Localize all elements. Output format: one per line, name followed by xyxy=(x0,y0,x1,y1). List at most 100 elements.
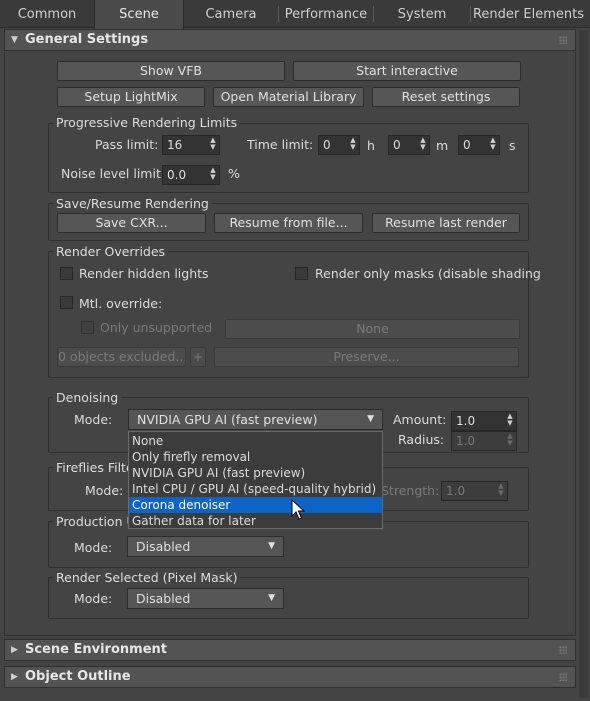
strength-label: Strength: xyxy=(381,483,440,498)
spinner-arrows-icon[interactable]: ▲ ▼ xyxy=(506,433,514,447)
scene-environment-rollout-header[interactable]: ▶ Scene Environment xyxy=(4,639,576,661)
time-limit-label: Time limit: xyxy=(247,137,314,152)
tab-bar: Common Scene Camera Performance System R… xyxy=(0,0,590,29)
spinner-arrows-icon[interactable]: ▲ ▼ xyxy=(506,413,514,427)
caret-down-icon: ▼ xyxy=(268,593,275,603)
production-mode-label: Mode: xyxy=(74,540,113,555)
hours-unit-label: h xyxy=(367,138,375,153)
resume-last-render-button[interactable]: Resume last render xyxy=(372,213,520,233)
dropdown-value: Disabled xyxy=(136,539,191,554)
denoising-mode-list: None Only firefly removal NVIDIA GPU AI … xyxy=(128,431,383,529)
amount-label: Amount: xyxy=(393,412,447,427)
start-interactive-button[interactable]: Start interactive xyxy=(293,61,521,81)
mtl-override-checkbox[interactable] xyxy=(60,296,73,309)
seconds-unit-label: s xyxy=(509,138,516,153)
chevron-right-icon: ▶ xyxy=(11,645,18,655)
add-excluded-button[interactable]: + xyxy=(190,347,206,367)
show-vfb-button[interactable]: Show VFB xyxy=(57,61,285,81)
spinner-value: 16 xyxy=(167,138,183,152)
minutes-unit-label: m xyxy=(436,138,449,153)
objects-excluded-button[interactable]: 0 objects excluded... xyxy=(57,347,186,367)
render-only-masks-label: Render only masks (disable shading xyxy=(315,266,541,281)
preserve-button[interactable]: Preserve... xyxy=(214,347,519,367)
only-unsupported-checkbox[interactable] xyxy=(81,321,94,334)
tab-render-elements[interactable]: Render Elements xyxy=(471,0,586,28)
spinner-value: 0 xyxy=(463,138,471,152)
denoising-option-none[interactable]: None xyxy=(129,433,382,449)
progressive-limits-group xyxy=(48,123,529,193)
spinner-arrows-icon[interactable]: ▲ ▼ xyxy=(349,137,357,151)
render-only-masks-checkbox[interactable] xyxy=(295,267,308,280)
caret-down-icon: ▼ xyxy=(268,541,275,551)
strength-spinner[interactable]: 1.0 ▲ ▼ xyxy=(441,481,508,501)
override-material-button[interactable]: None xyxy=(225,319,520,339)
group-title: Fireflies Filte xyxy=(53,460,137,475)
tab-performance[interactable]: Performance xyxy=(279,0,373,28)
group-title: Production U xyxy=(53,514,139,529)
radius-label: Radius: xyxy=(398,432,445,447)
spinner-value: 1.0 xyxy=(456,434,476,448)
spinner-arrows-icon[interactable]: ▲ ▼ xyxy=(209,167,217,181)
fireflies-mode-label: Mode: xyxy=(85,483,124,498)
denoising-option-corona[interactable]: Corona denoiser xyxy=(129,497,382,513)
group-title: Save/Resume Rendering xyxy=(53,196,212,211)
spinner-arrows-icon[interactable]: ▲ ▼ xyxy=(419,137,427,151)
group-title: Render Overrides xyxy=(53,244,169,259)
amount-spinner[interactable]: 1.0 ▲ ▼ xyxy=(451,411,517,431)
denoising-mode-label: Mode: xyxy=(74,412,113,427)
setup-lightmix-button[interactable]: Setup LightMix xyxy=(57,87,205,107)
spinner-value: 0 xyxy=(393,138,401,152)
group-title: Denoising xyxy=(53,390,122,405)
spinner-value: 1.0 xyxy=(456,414,476,428)
spinner-arrows-icon[interactable]: ▲ ▼ xyxy=(209,137,217,151)
denoising-option-firefly[interactable]: Only firefly removal xyxy=(129,449,382,465)
production-mode-dropdown[interactable]: Disabled ▼ xyxy=(127,536,284,557)
render-hidden-lights-checkbox[interactable] xyxy=(60,267,73,280)
denoising-mode-dropdown[interactable]: NVIDIA GPU AI (fast preview) ▼ xyxy=(128,409,383,430)
tab-camera[interactable]: Camera xyxy=(184,0,278,28)
mtl-override-label: Mtl. override: xyxy=(79,296,163,311)
pixel-mask-mode-dropdown[interactable]: Disabled ▼ xyxy=(127,588,284,609)
noise-level-spinner[interactable]: 0.0 ▲ ▼ xyxy=(162,165,220,185)
object-outline-rollout-header[interactable]: ▶ Object Outline xyxy=(4,666,576,688)
rollout-title: General Settings xyxy=(25,32,149,47)
dropdown-value: NVIDIA GPU AI (fast preview) xyxy=(137,412,318,427)
spinner-value: 0 xyxy=(323,138,331,152)
pass-limit-label: Pass limit: xyxy=(95,137,159,152)
spinner-value: 0.0 xyxy=(167,168,187,182)
spinner-value: 1.0 xyxy=(446,484,466,498)
denoising-option-gather[interactable]: Gather data for later xyxy=(129,513,382,529)
percent-label: % xyxy=(228,166,240,181)
rollout-title: Scene Environment xyxy=(25,642,167,657)
group-title: Progressive Rendering Limits xyxy=(53,115,241,130)
group-title: Render Selected (Pixel Mask) xyxy=(53,570,241,585)
denoising-option-nvidia[interactable]: NVIDIA GPU AI (fast preview) xyxy=(129,465,382,481)
reset-settings-button[interactable]: Reset settings xyxy=(372,87,520,107)
only-unsupported-label: Only unsupported xyxy=(100,320,213,335)
pixel-mask-mode-label: Mode: xyxy=(74,591,113,606)
resume-from-file-button[interactable]: Resume from file... xyxy=(214,213,363,233)
spinner-arrows-icon[interactable]: ▲ ▼ xyxy=(497,483,505,497)
denoising-option-intel[interactable]: Intel CPU / GPU AI (speed-quality hybrid… xyxy=(129,481,382,497)
grip-icon xyxy=(559,673,567,681)
grip-icon xyxy=(559,646,567,654)
chevron-right-icon: ▶ xyxy=(11,672,18,682)
tab-common[interactable]: Common xyxy=(0,0,94,28)
tab-scene[interactable]: Scene xyxy=(94,0,184,29)
scrollbar[interactable] xyxy=(579,30,588,698)
seconds-spinner[interactable]: 0 ▲ ▼ xyxy=(458,135,500,155)
pass-limit-spinner[interactable]: 16 ▲ ▼ xyxy=(162,135,220,155)
hours-spinner[interactable]: 0 ▲ ▼ xyxy=(318,135,360,155)
minutes-spinner[interactable]: 0 ▲ ▼ xyxy=(388,135,430,155)
noise-level-label: Noise level limit: xyxy=(61,166,166,181)
grip-icon xyxy=(559,36,567,44)
save-cxr-button[interactable]: Save CXR... xyxy=(57,213,206,233)
spinner-arrows-icon[interactable]: ▲ ▼ xyxy=(489,137,497,151)
open-material-library-button[interactable]: Open Material Library xyxy=(213,87,364,107)
general-settings-rollout-header[interactable]: ▼ General Settings xyxy=(4,29,576,51)
radius-spinner[interactable]: 1.0 ▲ ▼ xyxy=(451,431,517,451)
render-hidden-lights-label: Render hidden lights xyxy=(79,266,209,281)
tab-system[interactable]: System xyxy=(374,0,470,28)
mouse-cursor-icon xyxy=(291,499,305,520)
chevron-down-icon: ▼ xyxy=(11,35,18,45)
